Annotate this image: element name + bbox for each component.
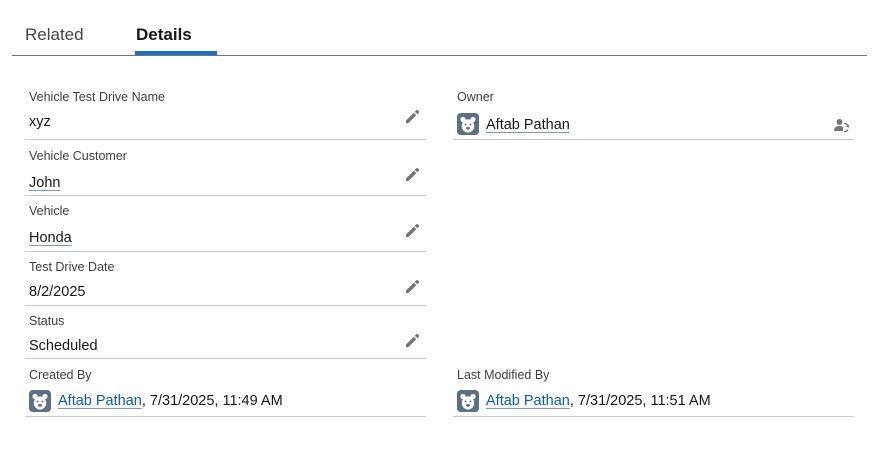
vehicle-link[interactable]: Honda — [29, 228, 72, 248]
field-test-drive-date: Test Drive Date 8/2/2025 — [25, 252, 426, 306]
field-label: Created By — [29, 368, 92, 382]
pencil-icon[interactable] — [404, 109, 420, 125]
field-owner: Owner Aftab Pathan — [453, 84, 854, 140]
customer-link[interactable]: John — [29, 173, 60, 193]
last-modified-by-value: Aftab Pathan, 7/31/2025, 11:51 AM — [486, 391, 711, 411]
bear-avatar-icon — [29, 390, 51, 412]
field-label: Owner — [457, 90, 494, 104]
pencil-icon[interactable] — [404, 333, 420, 349]
field-value: xyz — [29, 114, 51, 130]
tab-details[interactable]: Details — [136, 24, 192, 46]
bear-avatar-icon — [457, 390, 479, 412]
field-label: Vehicle Test Drive Name — [29, 90, 165, 104]
pencil-icon[interactable] — [404, 223, 420, 239]
owner-link[interactable]: Aftab Pathan — [486, 115, 570, 135]
field-label: Vehicle — [29, 204, 70, 218]
change-owner-icon[interactable] — [833, 117, 849, 133]
created-timestamp: 7/31/2025, 11:49 AM — [149, 393, 283, 409]
last-modified-by-user-link[interactable]: Aftab Pathan — [486, 393, 570, 409]
field-created-by: Created By Aftab Pathan, 7/31/2025, 11:4… — [25, 359, 426, 417]
field-vehicle-customer: Vehicle Customer John — [25, 140, 426, 196]
tab-related[interactable]: Related — [25, 24, 84, 46]
active-tab-indicator — [135, 51, 217, 55]
created-by-user-link[interactable]: Aftab Pathan — [58, 393, 142, 409]
separator: , — [569, 393, 574, 409]
created-by-value: Aftab Pathan, 7/31/2025, 11:49 AM — [58, 391, 283, 411]
pencil-icon[interactable] — [404, 167, 420, 183]
field-label: Vehicle Customer — [29, 149, 127, 163]
separator: , — [141, 393, 146, 409]
field-label: Status — [29, 314, 65, 328]
field-value: 8/2/2025 — [29, 284, 86, 300]
field-label: Test Drive Date — [29, 260, 115, 274]
field-last-modified-by: Last Modified By Aftab Pathan, 7/31/2025… — [453, 359, 854, 417]
bear-avatar-icon — [457, 113, 479, 135]
field-label: Last Modified By — [457, 368, 550, 382]
field-test-drive-name: Vehicle Test Drive Name xyz — [25, 84, 426, 140]
field-vehicle: Vehicle Honda — [25, 196, 426, 252]
pencil-icon[interactable] — [404, 279, 420, 295]
tab-bar: Related Details — [12, 0, 867, 56]
last-modified-timestamp: 7/31/2025, 11:51 AM — [577, 393, 711, 409]
field-value: Scheduled — [29, 338, 98, 354]
field-status: Status Scheduled — [25, 306, 426, 359]
